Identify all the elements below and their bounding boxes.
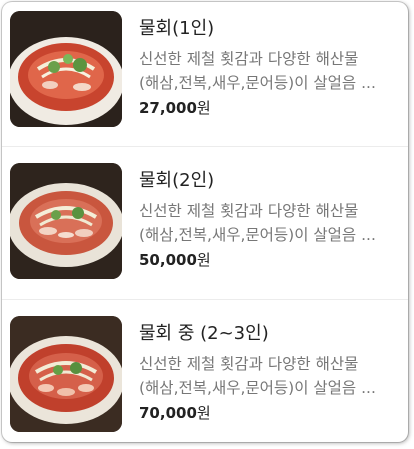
menu-item-price: 50,000원: [139, 249, 211, 270]
description-line-1: 신선한 제철 횟감과 다양한 해산물: [139, 50, 359, 68]
description-line-2: (해삼,전복,새우,문어등)이 살얼음 ...: [139, 74, 376, 92]
description-line-2: (해삼,전복,새우,문어등)이 살얼음 ...: [139, 379, 376, 397]
menu-item-description: 신선한 제철 횟감과 다양한 해산물 (해삼,전복,새우,문어등)이 살얼음 .…: [139, 47, 399, 95]
menu-item-name: 물회 중 (2~3인): [139, 323, 269, 344]
menu-item-price: 70,000원: [139, 402, 211, 423]
menu-item-mulhoe-2[interactable]: 물회(2인) 신선한 제철 횟감과 다양한 해산물 (해삼,전복,새우,문어등)…: [2, 154, 408, 294]
menu-item-photo[interactable]: [10, 11, 122, 127]
menu-list: 물회(1인) 신선한 제철 횟감과 다양한 해산물 (해삼,전복,새우,문어등)…: [2, 2, 408, 442]
price-currency: 원: [196, 251, 211, 269]
description-line-1: 신선한 제철 횟감과 다양한 해산물: [139, 202, 359, 220]
menu-item-price: 27,000원: [139, 97, 211, 118]
price-currency: 원: [196, 404, 211, 422]
divider: [2, 299, 408, 300]
menu-item-photo[interactable]: [10, 163, 122, 279]
menu-item-name: 물회(2인): [139, 170, 215, 191]
price-value: 27,000: [139, 99, 197, 117]
description-line-2: (해삼,전복,새우,문어등)이 살얼음 ...: [139, 226, 376, 244]
divider: [2, 146, 408, 147]
menu-item-name: 물회(1인): [139, 18, 215, 39]
mulhoe-bowl-photo: [10, 11, 122, 127]
menu-item-description: 신선한 제철 횟감과 다양한 해산물 (해삼,전복,새우,문어등)이 살얼음 .…: [139, 199, 399, 247]
menu-item-mulhoe-1[interactable]: 물회(1인) 신선한 제철 횟감과 다양한 해산물 (해삼,전복,새우,문어등)…: [2, 2, 408, 142]
mulhoe-bowl-photo: [10, 316, 122, 432]
price-currency: 원: [196, 99, 211, 117]
price-value: 70,000: [139, 404, 197, 422]
mulhoe-bowl-photo: [10, 163, 122, 279]
menu-item-mulhoe-medium[interactable]: 물회 중 (2~3인) 신선한 제철 횟감과 다양한 해산물 (해삼,전복,새우…: [2, 307, 408, 442]
menu-item-photo[interactable]: [10, 316, 122, 432]
menu-item-description: 신선한 제철 횟감과 다양한 해산물 (해삼,전복,새우,문어등)이 살얼음 .…: [139, 352, 399, 400]
price-value: 50,000: [139, 251, 197, 269]
description-line-1: 신선한 제철 횟감과 다양한 해산물: [139, 355, 359, 373]
